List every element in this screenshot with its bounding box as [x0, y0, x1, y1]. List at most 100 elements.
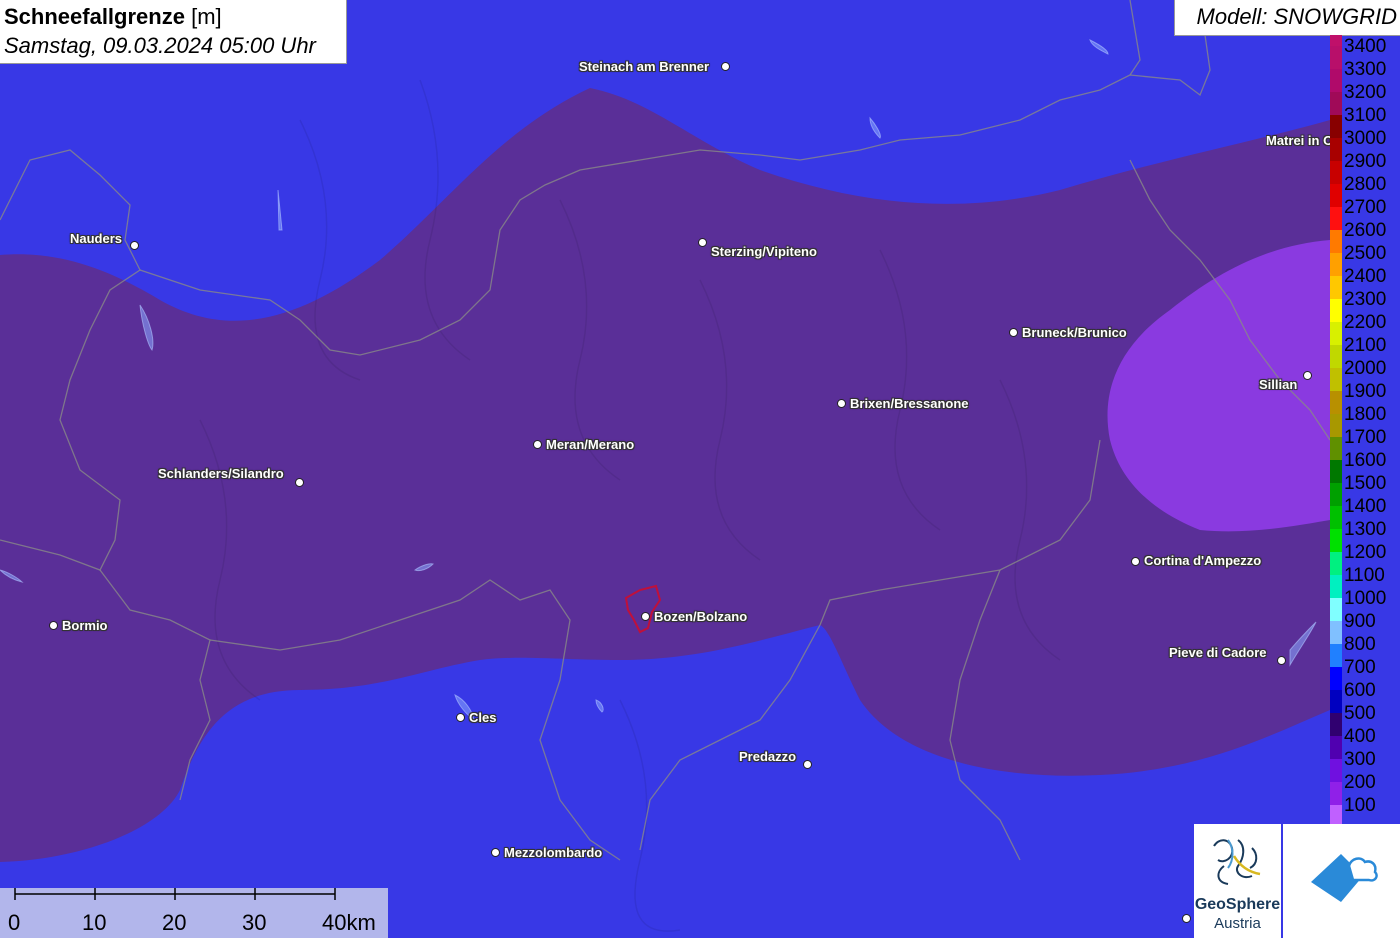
legend-swatch-500	[1330, 713, 1342, 736]
map-title-unit: [m]	[191, 4, 222, 29]
legend-swatch-100	[1330, 805, 1342, 824]
city-dot-sillian[interactable]	[1303, 371, 1312, 380]
legend-label-2200: 2200	[1344, 312, 1387, 333]
legend-label-300: 300	[1344, 749, 1376, 770]
model-label: Modell: SNOWGRID	[1196, 4, 1397, 29]
legend-swatch-900	[1330, 621, 1342, 644]
legend-label-2900: 2900	[1344, 151, 1387, 172]
legend-swatch-2400	[1330, 276, 1342, 299]
legend-swatch-600	[1330, 690, 1342, 713]
map-title: Schneefallgrenze [m]	[4, 4, 222, 30]
legend-swatch-1300	[1330, 529, 1342, 552]
legend-swatch-1800	[1330, 414, 1342, 437]
legend-label-3200: 3200	[1344, 82, 1387, 103]
city-dot-steinach[interactable]	[721, 62, 730, 71]
city-dot-predazzo[interactable]	[803, 760, 812, 769]
legend-swatch-200	[1330, 782, 1342, 805]
legend-swatch-2700	[1330, 207, 1342, 230]
city-dot-bruneck[interactable]	[1009, 328, 1018, 337]
city-dot-cortina[interactable]	[1131, 557, 1140, 566]
city-label-pieve: Pieve di Cadore	[1169, 645, 1267, 660]
legend-label-2300: 2300	[1344, 289, 1387, 310]
legend-label-3100: 3100	[1344, 105, 1387, 126]
city-label-nauders: Nauders	[70, 231, 123, 246]
legend-label-1700: 1700	[1344, 427, 1387, 448]
city-label-matrei: Matrei in Osttirol	[1266, 133, 1330, 148]
legend-swatch-3400	[1330, 46, 1342, 69]
legend-label-2000: 2000	[1344, 358, 1387, 379]
legend-swatch-1600	[1330, 460, 1342, 483]
legend-swatch-2300	[1330, 299, 1342, 322]
legend-label-700: 700	[1344, 657, 1376, 678]
legend-label-2600: 2600	[1344, 220, 1387, 241]
legend-swatch-1100	[1330, 575, 1342, 598]
scale-tick-40km: 40km	[322, 910, 376, 935]
legend-label-3400: 3400	[1344, 36, 1387, 57]
city-dot-meran[interactable]	[533, 440, 542, 449]
legend-label-1100: 1100	[1344, 565, 1385, 586]
partner-logo[interactable]	[1283, 824, 1400, 938]
legend-label-2500: 2500	[1344, 243, 1387, 264]
legend-swatch-3100	[1330, 115, 1342, 138]
legend-label-500: 500	[1344, 703, 1376, 724]
partner-logo-icon	[1311, 854, 1378, 902]
city-dot-pieve[interactable]	[1277, 656, 1286, 665]
scale-bar: 0 10 20 30 40km	[0, 888, 388, 938]
scale-tick-10: 10	[82, 910, 107, 935]
city-label-meran: Meran/Merano	[546, 437, 635, 452]
legend-label-200: 200	[1344, 772, 1376, 793]
city-dot-nauders[interactable]	[130, 241, 139, 250]
city-dot-bozen[interactable]	[641, 612, 650, 621]
geosphere-logo[interactable]: GeoSphere Austria	[1194, 824, 1281, 938]
city-label-schlanders: Schlanders/Silandro	[158, 466, 284, 481]
legend-swatch-700	[1330, 667, 1342, 690]
city-label-sterzing: Sterzing/Vipiteno	[711, 244, 817, 259]
city-dot-sterzing[interactable]	[698, 238, 707, 247]
legend-swatch-3300	[1330, 69, 1342, 92]
legend-swatch-300	[1330, 759, 1342, 782]
map-title-main: Schneefallgrenze	[4, 4, 185, 29]
legend-swatch-3500	[1330, 35, 1342, 46]
model-box: Modell: SNOWGRID	[1174, 0, 1400, 36]
city-dot-schlanders[interactable]	[295, 478, 304, 487]
scale-tick-0: 0	[8, 910, 21, 935]
legend-label-100: 100	[1344, 795, 1376, 816]
legend-label-1300: 1300	[1344, 519, 1387, 540]
city-label-bruneck: Bruneck/Brunico	[1022, 325, 1127, 340]
legend-swatch-1000	[1330, 598, 1342, 621]
city-label-brixen: Brixen/Bressanone	[850, 396, 969, 411]
legend-swatch-3000	[1330, 138, 1342, 161]
legend-swatch-2100	[1330, 345, 1342, 368]
legend-label-3000: 3000	[1344, 128, 1387, 149]
city-dot-cles[interactable]	[456, 713, 465, 722]
legend-label-400: 400	[1344, 726, 1376, 747]
color-legend: 3500340033003200310030002900280027002600…	[1330, 35, 1400, 824]
legend-label-2800: 2800	[1344, 174, 1387, 195]
city-dot-bormio[interactable]	[49, 621, 58, 630]
legend-label-2100: 2100	[1344, 335, 1387, 356]
city-dot-unnamed[interactable]	[1182, 914, 1191, 923]
city-label-steinach: Steinach am Brenner	[579, 59, 710, 74]
legend-swatch-400	[1330, 736, 1342, 759]
city-label-sillian: Sillian	[1259, 377, 1298, 392]
legend-label-1400: 1400	[1344, 496, 1387, 517]
legend-swatch-800	[1330, 644, 1342, 667]
city-dot-mezzolombardo[interactable]	[491, 848, 500, 857]
legend-swatch-3200	[1330, 92, 1342, 115]
geosphere-logo-text1: GeoSphere	[1194, 896, 1281, 913]
city-label-cortina: Cortina d'Ampezzo	[1144, 553, 1262, 568]
legend-label-3300: 3300	[1344, 59, 1387, 80]
legend-label-1000: 1000	[1344, 588, 1387, 609]
scale-tick-20: 20	[162, 910, 187, 935]
scale-tick-30: 30	[242, 910, 267, 935]
city-label-mezzolombardo: Mezzolombardo	[504, 845, 603, 860]
city-label-predazzo: Predazzo	[739, 749, 797, 764]
legend-swatch-2000	[1330, 368, 1342, 391]
legend-swatch-1700	[1330, 437, 1342, 460]
legend-label-600: 600	[1344, 680, 1376, 701]
legend-label-900: 900	[1344, 611, 1376, 632]
legend-swatch-2800	[1330, 184, 1342, 207]
legend-swatch-2600	[1330, 230, 1342, 253]
city-dot-brixen[interactable]	[837, 399, 846, 408]
legend-swatch-1200	[1330, 552, 1342, 575]
